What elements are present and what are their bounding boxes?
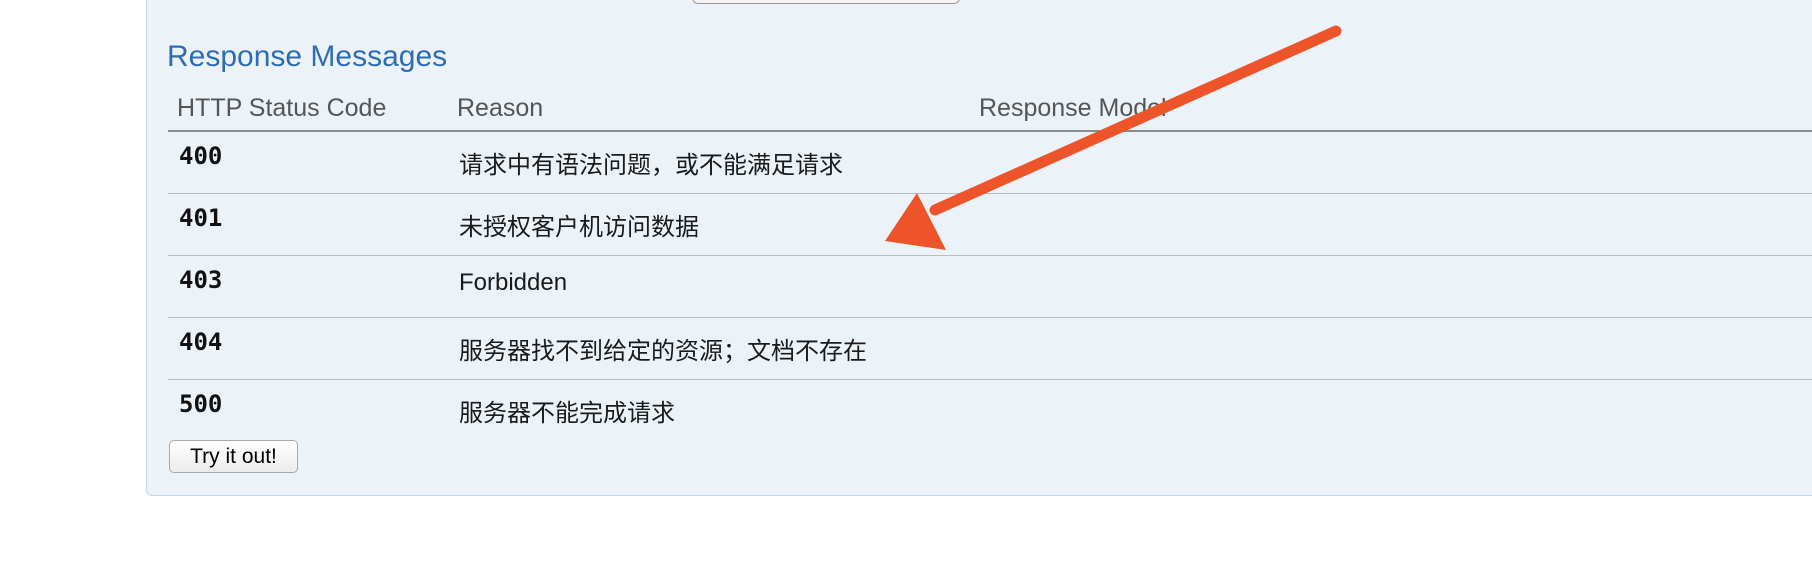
annotation-arrow-icon xyxy=(885,25,1342,250)
